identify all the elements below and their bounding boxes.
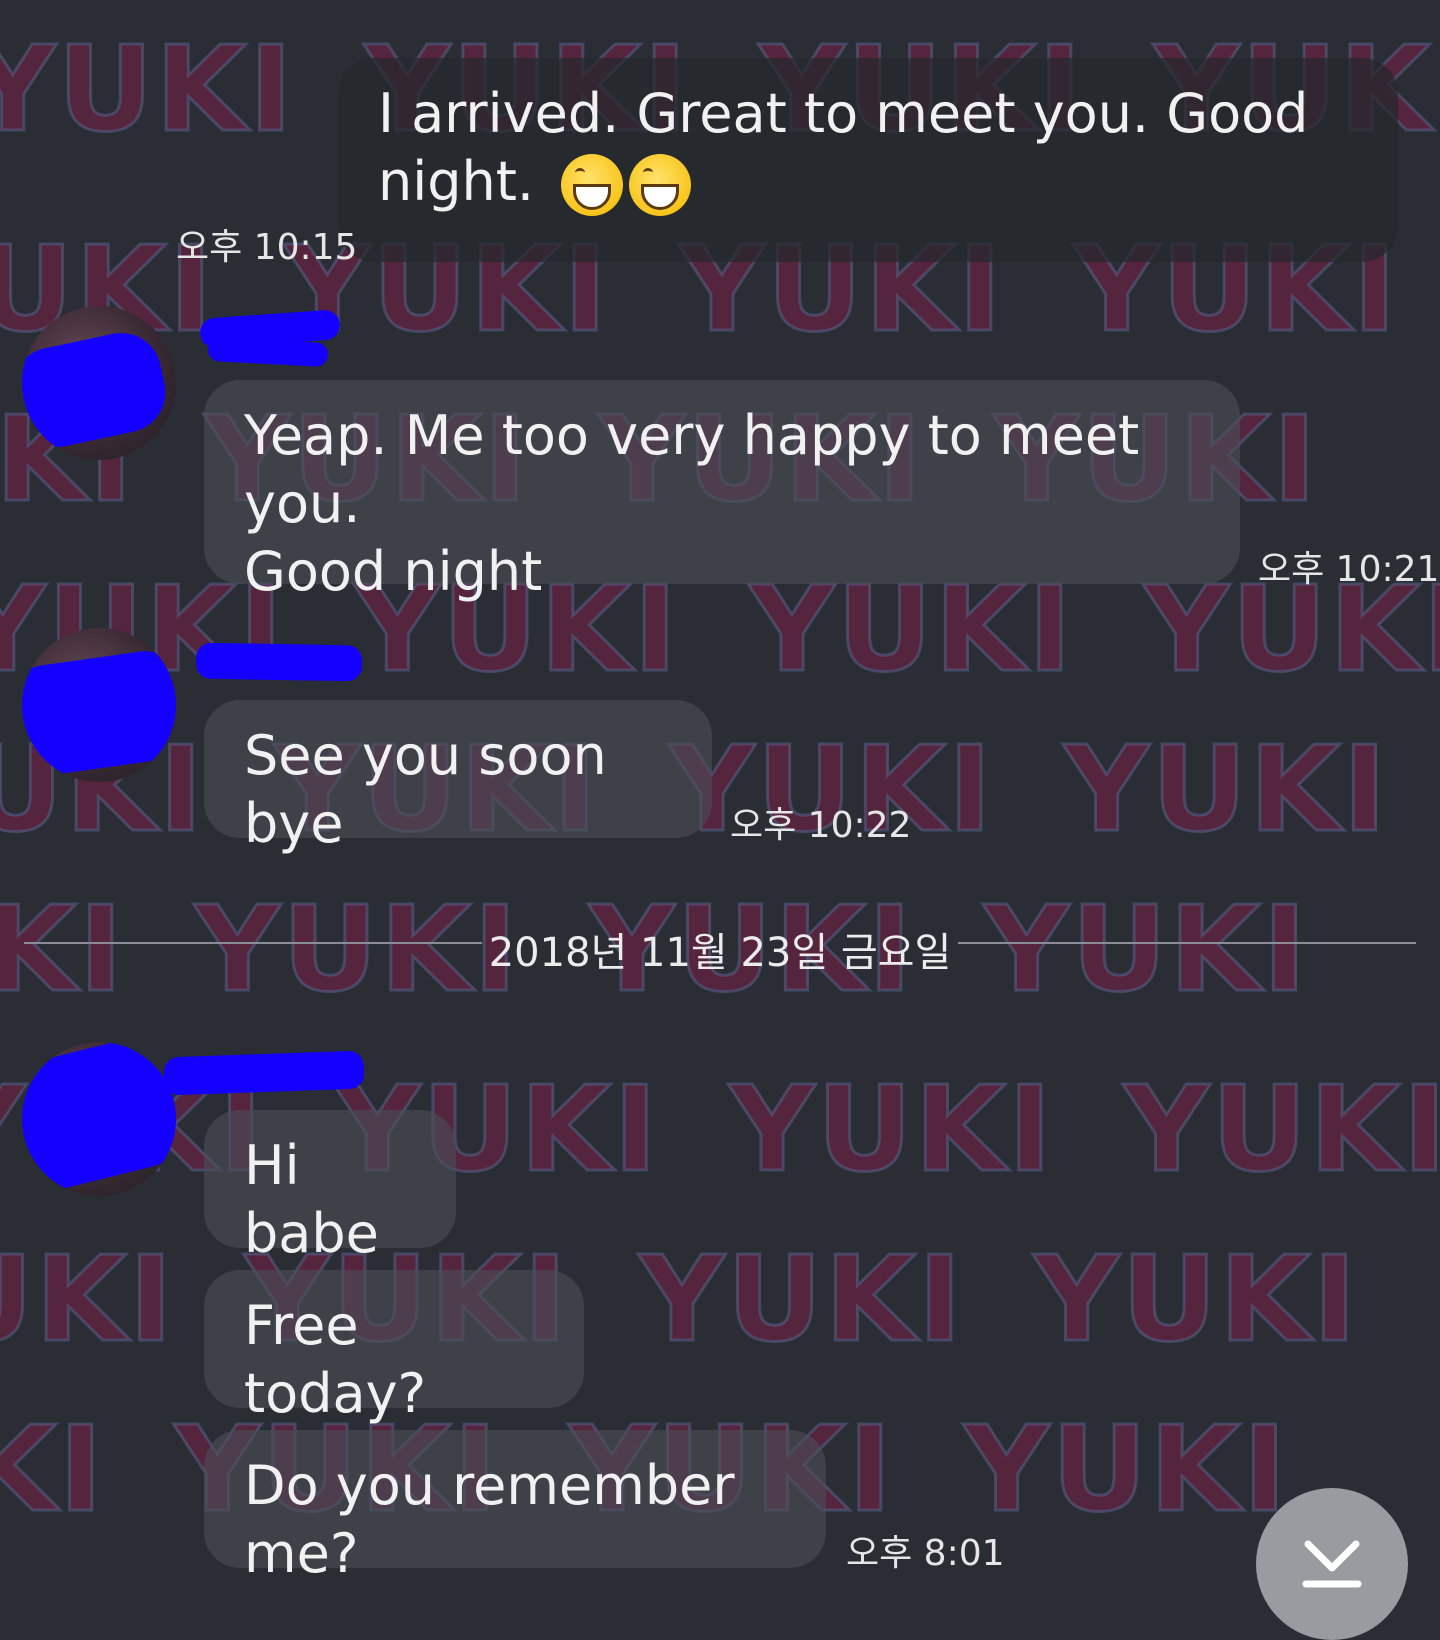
chat-view[interactable]: I arrived. Great to meet you. Good night… bbox=[0, 0, 1440, 1640]
redaction-scribble bbox=[22, 646, 176, 780]
message-timestamp: 오후 10:21 bbox=[1258, 549, 1440, 590]
message-bubble-received[interactable]: Hi babe bbox=[204, 1110, 456, 1265]
message-text: Free today? bbox=[244, 1294, 427, 1425]
avatar[interactable] bbox=[22, 1042, 176, 1196]
message-text: Hi babe bbox=[244, 1134, 379, 1265]
message-bubble-received[interactable]: Yeap. Me too very happy to meet you. Goo… bbox=[204, 380, 1240, 603]
redaction-scribble bbox=[22, 325, 173, 455]
redaction-scribble bbox=[22, 1042, 176, 1196]
redacted-sender-name bbox=[207, 336, 329, 368]
grinning-face-emoji-icon bbox=[629, 154, 692, 217]
redacted-sender-name bbox=[195, 642, 363, 682]
message-text-line: Good night bbox=[244, 540, 543, 603]
message-timestamp: 오후 10:22 bbox=[730, 805, 912, 846]
message-text: Do you remember me? bbox=[244, 1454, 735, 1585]
grinning-face-emoji-icon bbox=[561, 154, 624, 217]
avatar[interactable] bbox=[22, 628, 176, 782]
message-bubble-sent[interactable]: I arrived. Great to meet you. Good night… bbox=[338, 58, 1398, 262]
message-text-line: night. bbox=[378, 148, 1358, 217]
scroll-to-bottom-button[interactable] bbox=[1256, 1488, 1408, 1640]
message-text-line: Yeap. Me too very happy to meet you. bbox=[244, 404, 1140, 535]
message-timestamp: 오후 10:15 bbox=[176, 227, 358, 268]
date-divider-label: 2018년 11월 23일 금요일 bbox=[488, 930, 952, 976]
redacted-sender-name bbox=[163, 1050, 365, 1096]
message-text: See you soon bye bbox=[244, 724, 607, 855]
chevron-down-to-bottom-icon bbox=[1302, 1540, 1362, 1588]
message-text-line: I arrived. Great to meet you. Good bbox=[378, 82, 1309, 145]
message-bubble-received[interactable]: Free today? bbox=[204, 1270, 584, 1425]
message-bubble-received[interactable]: See you soon bye bbox=[204, 700, 712, 855]
avatar[interactable] bbox=[22, 306, 176, 460]
message-timestamp: 오후 8:01 bbox=[846, 1533, 1005, 1574]
message-bubble-received[interactable]: Do you remember me? bbox=[204, 1430, 826, 1585]
